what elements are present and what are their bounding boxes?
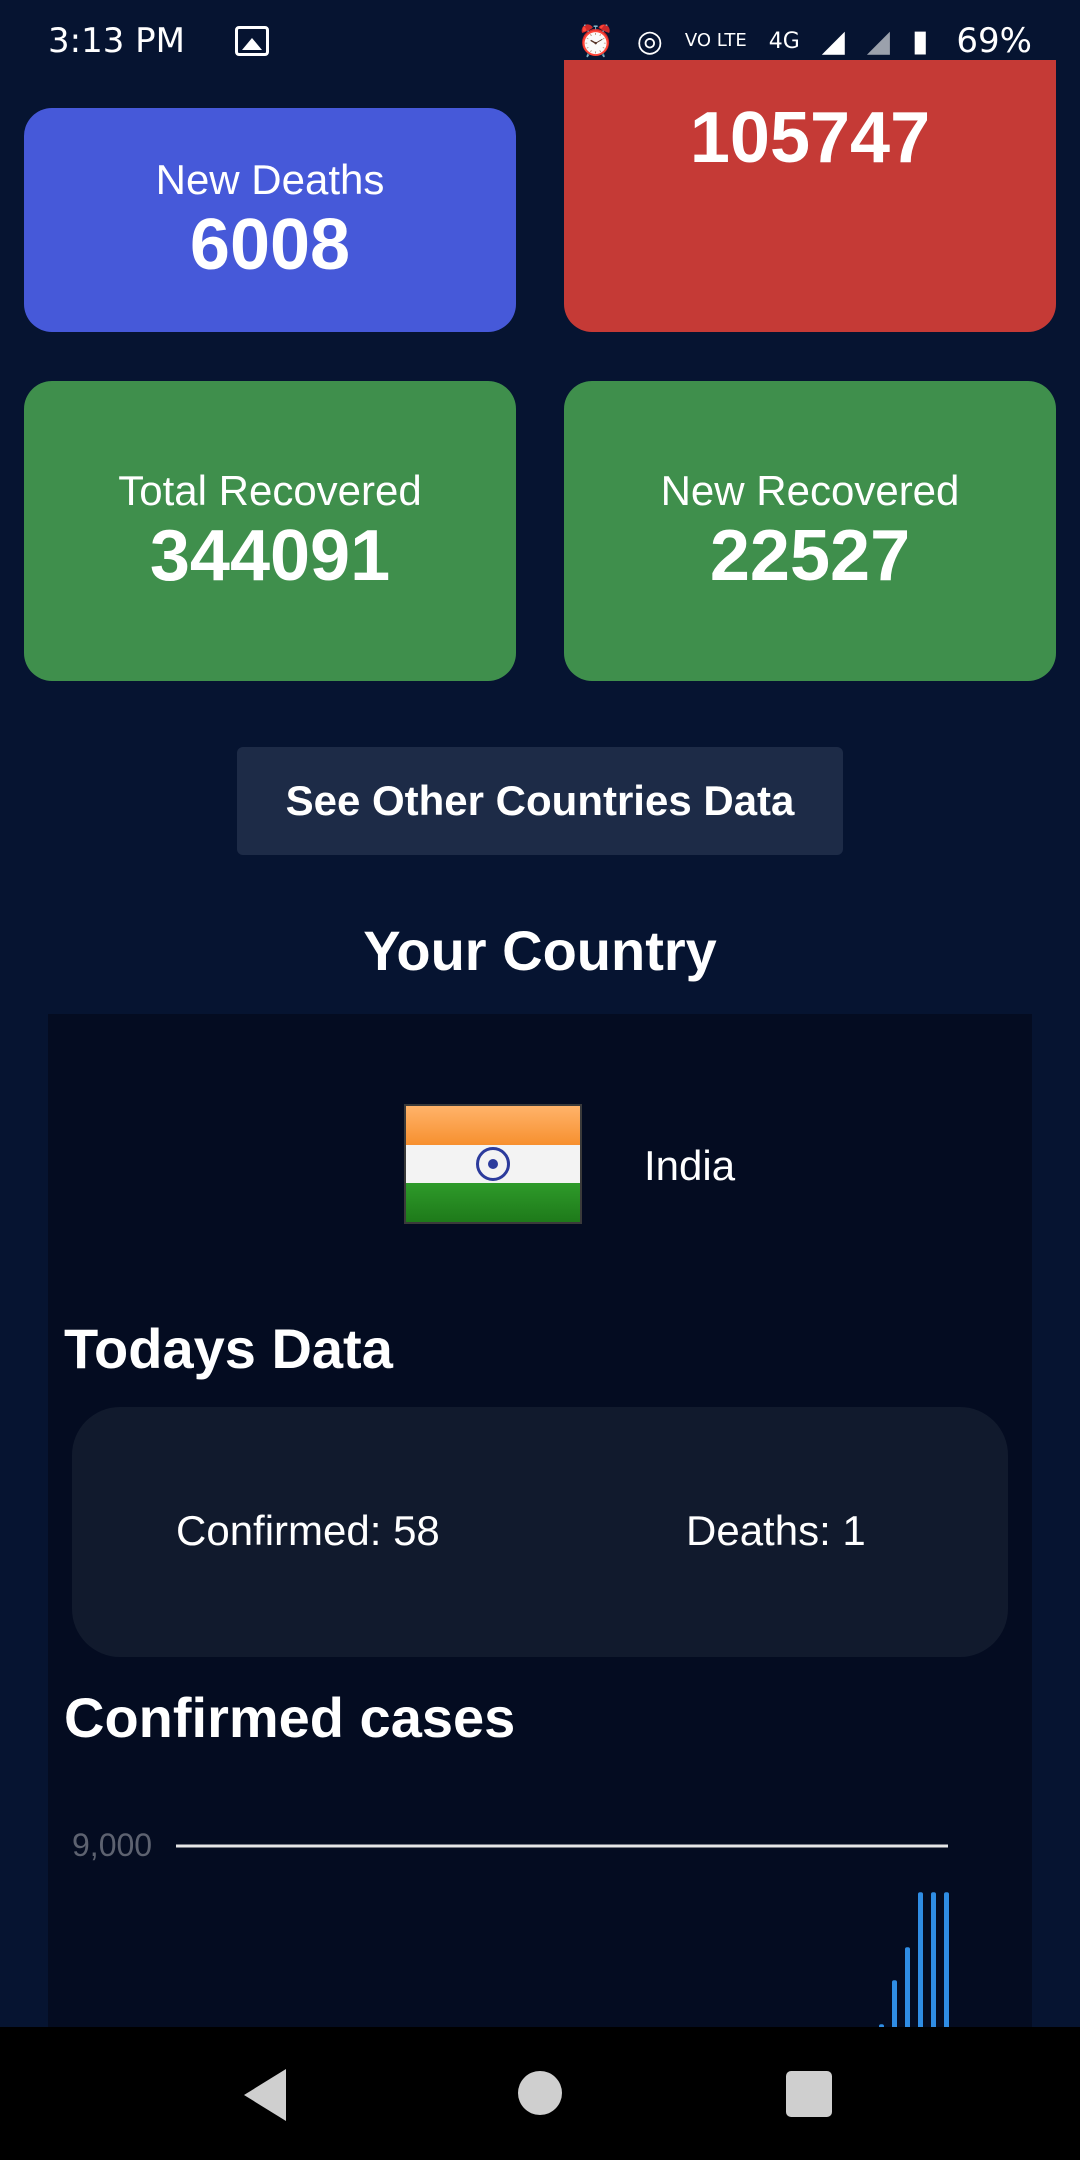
image-notification-icon bbox=[235, 26, 269, 56]
new-deaths-card: New Deaths 6008 bbox=[24, 108, 516, 332]
country-panel: India Todays Data Confirmed: 58 Deaths: … bbox=[48, 1014, 1032, 2027]
status-icons: ⏰ ◎ VO LTE 4G ◢ ◢ ▮ 69% bbox=[577, 21, 1032, 61]
top-right-value: 105747 bbox=[689, 98, 931, 178]
total-recovered-card: Total Recovered 344091 bbox=[24, 381, 516, 681]
top-right-stat-card: 105747 bbox=[564, 60, 1056, 332]
volte-icon: VO LTE bbox=[684, 30, 747, 51]
status-time: 3:13 PM bbox=[48, 21, 185, 61]
todays-data-box: Confirmed: 58 Deaths: 1 bbox=[72, 1407, 1008, 1657]
new-recovered-value: 22527 bbox=[709, 516, 911, 596]
chart-bar bbox=[918, 1892, 923, 2027]
chakra-icon bbox=[476, 1147, 510, 1181]
india-flag-icon bbox=[404, 1104, 582, 1224]
battery-icon: ▮ bbox=[911, 23, 929, 59]
total-recovered-label: Total Recovered bbox=[118, 467, 422, 514]
bars-group bbox=[879, 1892, 949, 2027]
y-tick-label: 9,000 bbox=[72, 1827, 152, 1863]
chart-bar bbox=[892, 1980, 897, 2027]
new-recovered-label: New Recovered bbox=[660, 467, 960, 514]
today-confirmed: Confirmed: 58 bbox=[176, 1507, 440, 1554]
signal-icon: ◢ bbox=[821, 23, 845, 59]
confirmed-cases-title: Confirmed cases bbox=[64, 1686, 516, 1749]
today-deaths: Deaths: 1 bbox=[686, 1507, 866, 1554]
confirmed-cases-chart: 9,000 bbox=[72, 1827, 949, 2027]
chart-bar bbox=[905, 1947, 910, 2027]
your-country-heading: Your Country bbox=[363, 919, 717, 982]
new-deaths-value: 6008 bbox=[189, 205, 351, 285]
country-name: India bbox=[644, 1142, 736, 1189]
alarm-icon: ⏰ bbox=[577, 23, 615, 59]
hotspot-icon: ◎ bbox=[636, 23, 663, 59]
chart-bar bbox=[944, 1892, 949, 2027]
signal-2-icon: ◢ bbox=[866, 23, 890, 59]
home-icon[interactable] bbox=[518, 2071, 562, 2115]
navigation-bar bbox=[0, 2027, 1080, 2160]
recents-icon[interactable] bbox=[786, 2071, 832, 2117]
network-type-label: 4G bbox=[768, 28, 800, 54]
todays-data-title: Todays Data bbox=[64, 1317, 393, 1380]
back-icon[interactable] bbox=[244, 2069, 286, 2121]
new-deaths-label: New Deaths bbox=[155, 156, 385, 203]
total-recovered-value: 344091 bbox=[149, 516, 391, 596]
see-other-countries-button[interactable]: See Other Countries Data bbox=[237, 747, 843, 855]
battery-level: 69% bbox=[956, 21, 1032, 61]
chart-bar bbox=[931, 1892, 936, 2027]
new-recovered-card: New Recovered 22527 bbox=[564, 381, 1056, 681]
